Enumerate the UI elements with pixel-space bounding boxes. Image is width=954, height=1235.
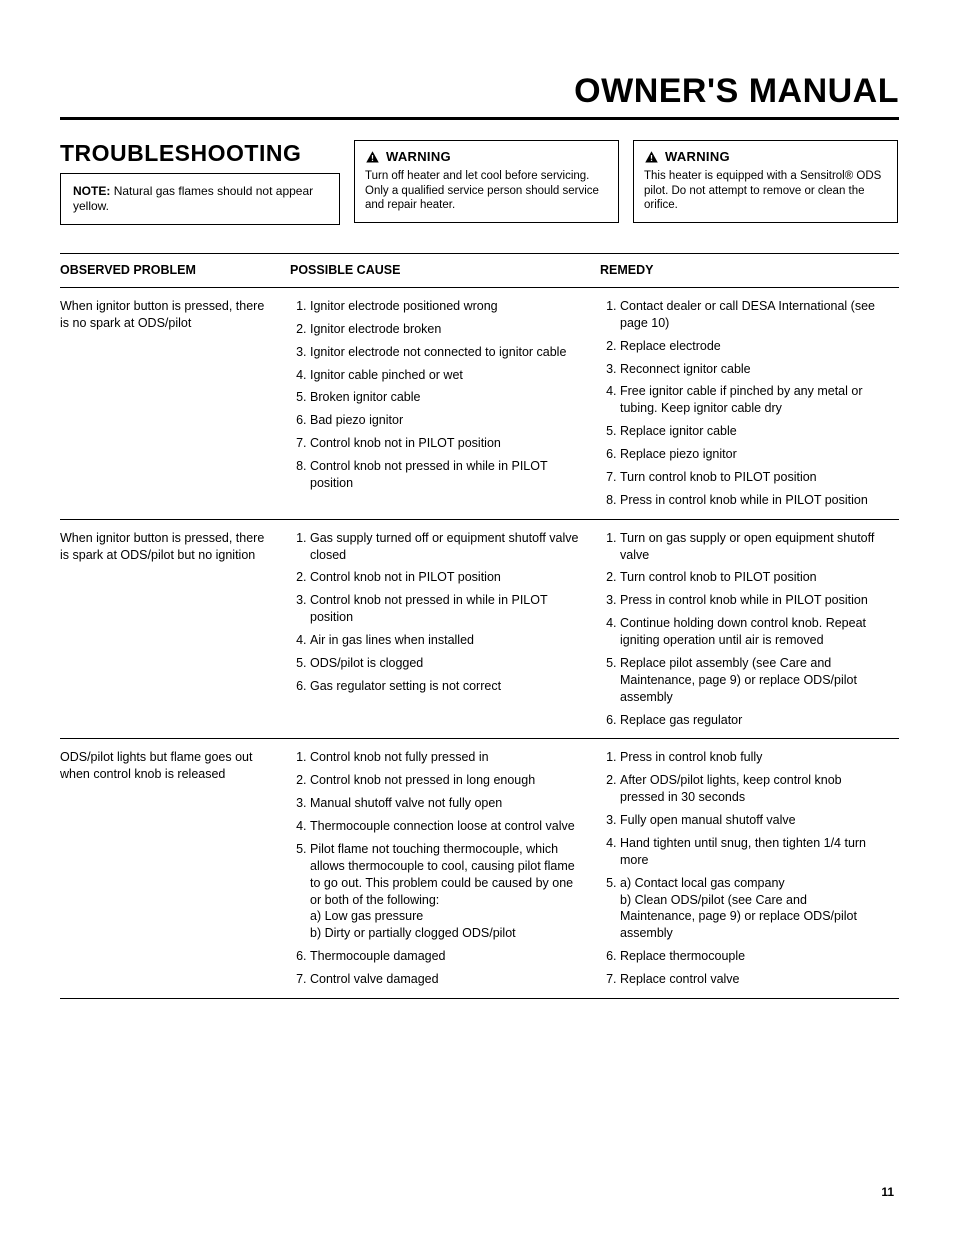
list-item: Replace electrode: [620, 338, 885, 355]
warning-body: This heater is equipped with a Sensitrol…: [644, 169, 887, 212]
list-item: Turn control knob to PILOT position: [620, 469, 885, 486]
section-heading: TROUBLESHOOTING: [60, 140, 340, 167]
cell-observed: When ignitor button is pressed, there is…: [60, 519, 290, 739]
table-row: ODS/pilot lights but flame goes out when…: [60, 739, 899, 999]
warning-label: WARNING: [386, 149, 451, 165]
list-item: Contact dealer or call DESA Internationa…: [620, 298, 885, 332]
list-item: Replace control valve: [620, 971, 885, 988]
list-item: Control knob not in PILOT position: [310, 569, 586, 586]
list-item: After ODS/pilot lights, keep control kno…: [620, 772, 885, 806]
list-item: ODS/pilot is clogged: [310, 655, 586, 672]
list-item: Reconnect ignitor cable: [620, 361, 885, 378]
col-header-remedy: REMEDY: [600, 254, 899, 288]
list-item: Thermocouple damaged: [310, 948, 586, 965]
list-item: Free ignitor cable if pinched by any met…: [620, 383, 885, 417]
list-item: Hand tighten until snug, then tighten 1/…: [620, 835, 885, 869]
top-row: TROUBLESHOOTING NOTE: Natural gas flames…: [60, 140, 899, 225]
document-title: OWNER'S MANUAL: [60, 72, 899, 120]
table-header-row: OBSERVED PROBLEM POSSIBLE CAUSE REMEDY: [60, 254, 899, 288]
cell-observed: When ignitor button is pressed, there is…: [60, 287, 290, 519]
list-item: Control knob not pressed in long enough: [310, 772, 586, 789]
warning-icon: [365, 150, 380, 165]
warning-head: WARNING: [365, 149, 608, 165]
list-item: Ignitor cable pinched or wet: [310, 367, 586, 384]
list-item: Gas regulator setting is not correct: [310, 678, 586, 695]
troubleshooting-table: OBSERVED PROBLEM POSSIBLE CAUSE REMEDY W…: [60, 253, 899, 999]
cell-remedy: Contact dealer or call DESA Internationa…: [600, 287, 899, 519]
col-header-cause: POSSIBLE CAUSE: [290, 254, 600, 288]
warning-box-1: WARNING Turn off heater and let cool bef…: [354, 140, 619, 223]
list-item: Press in control knob while in PILOT pos…: [620, 492, 885, 509]
section-heading-block: TROUBLESHOOTING NOTE: Natural gas flames…: [60, 140, 340, 225]
list-item: Replace gas regulator: [620, 712, 885, 729]
cell-remedy: Press in control knob fully After ODS/pil…: [600, 739, 899, 999]
note-text: Natural gas flames should not appear yel…: [73, 184, 313, 213]
cell-cause: Gas supply turned off or equipment shuto…: [290, 519, 600, 739]
warning-label: WARNING: [665, 149, 730, 165]
list-item: Air in gas lines when installed: [310, 632, 586, 649]
cell-observed: ODS/pilot lights but flame goes out when…: [60, 739, 290, 999]
cell-cause: Ignitor electrode positioned wrong Ignito…: [290, 287, 600, 519]
list-item: Replace ignitor cable: [620, 423, 885, 440]
list-item: Manual shutoff valve not fully open: [310, 795, 586, 812]
list-item: Replace piezo ignitor: [620, 446, 885, 463]
list-item: Press in control knob fully: [620, 749, 885, 766]
list-item: Pilot flame not touching thermocouple, w…: [310, 841, 586, 942]
list-item: Control knob not pressed in while in PIL…: [310, 592, 586, 626]
list-item: Replace pilot assembly (see Care and Mai…: [620, 655, 885, 706]
manual-page: OWNER'S MANUAL TROUBLESHOOTING NOTE: Nat…: [0, 0, 954, 1235]
list-item: Ignitor electrode not connected to ignit…: [310, 344, 586, 361]
list-item: Turn control knob to PILOT position: [620, 569, 885, 586]
table-row: When ignitor button is pressed, there is…: [60, 287, 899, 519]
warning-head: WARNING: [644, 149, 887, 165]
list-item: Turn on gas supply or open equipment shu…: [620, 530, 885, 564]
list-item: Ignitor electrode broken: [310, 321, 586, 338]
list-item: Gas supply turned off or equipment shuto…: [310, 530, 586, 564]
list-item: Continue holding down control knob. Repe…: [620, 615, 885, 649]
warning-body: Turn off heater and let cool before serv…: [365, 169, 608, 212]
page-number: 11: [881, 1185, 894, 1199]
list-item: Broken ignitor cable: [310, 389, 586, 406]
warning-box-2: WARNING This heater is equipped with a S…: [633, 140, 898, 223]
list-item: Ignitor electrode positioned wrong: [310, 298, 586, 315]
list-item: Replace thermocouple: [620, 948, 885, 965]
list-item: Thermocouple connection loose at control…: [310, 818, 586, 835]
note-box: NOTE: Natural gas flames should not appe…: [60, 173, 340, 225]
warning-icon: [644, 150, 659, 165]
list-item: Control knob not fully pressed in: [310, 749, 586, 766]
list-item: a) Contact local gas companyb) Clean ODS…: [620, 875, 885, 943]
list-item: Bad piezo ignitor: [310, 412, 586, 429]
list-item: Fully open manual shutoff valve: [620, 812, 885, 829]
cell-remedy: Turn on gas supply or open equipment shu…: [600, 519, 899, 739]
table-row: When ignitor button is pressed, there is…: [60, 519, 899, 739]
list-item: Control knob not in PILOT position: [310, 435, 586, 452]
cell-cause: Control knob not fully pressed in Control…: [290, 739, 600, 999]
list-item: Control valve damaged: [310, 971, 586, 988]
list-item: Press in control knob while in PILOT pos…: [620, 592, 885, 609]
list-item: Control knob not pressed in while in PIL…: [310, 458, 586, 492]
col-header-observed: OBSERVED PROBLEM: [60, 254, 290, 288]
